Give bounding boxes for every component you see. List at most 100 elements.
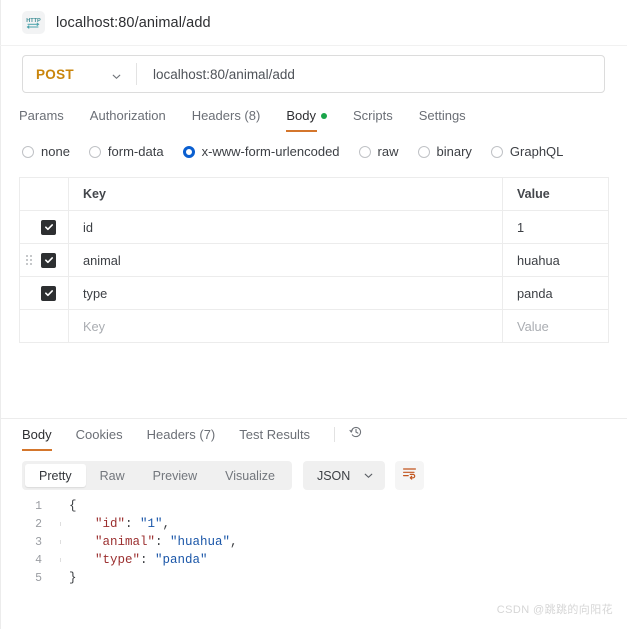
response-body-json-viewer[interactable]: 1 { 2 "id": "1", 3 "animal": "huahua", 4… (22, 497, 607, 587)
view-visualize-label: Visualize (225, 468, 275, 483)
row-key-input[interactable]: animal (69, 244, 503, 276)
table-header-row: Key Value (20, 178, 608, 211)
tab-authorization[interactable]: Authorization (90, 106, 166, 132)
code-line: 3 "animal": "huahua", (22, 533, 607, 551)
row-checkbox-cell (20, 211, 69, 243)
radio-none-circle-icon (22, 145, 34, 158)
row-enabled-checkbox[interactable] (41, 252, 56, 268)
response-language-label: JSON (316, 468, 351, 483)
urlencoded-params-table: Key Value id 1 animal huahua type panda … (19, 177, 609, 343)
table-row[interactable]: type panda (20, 277, 608, 310)
radio-x-www-form-urlencoded-circle-icon (182, 145, 195, 158)
wrap-text-icon (401, 465, 418, 487)
response-tab-cookies[interactable]: Cookies (76, 427, 123, 451)
response-tabs-separator (334, 427, 336, 442)
table-row[interactable]: id 1 (20, 211, 608, 244)
response-tab-body-label: Body (22, 427, 52, 442)
new-row-value-input[interactable]: Value (503, 310, 608, 342)
tab-headers-label: Headers (8) (191, 108, 261, 123)
json-string: "panda" (155, 553, 208, 567)
response-language-dropdown[interactable]: JSON (302, 461, 386, 490)
tab-body-label: Body (286, 108, 316, 123)
tab-params[interactable]: Params (19, 106, 64, 132)
url-bar: POST localhost:80/animal/add (22, 55, 605, 93)
json-key: "type" (95, 553, 141, 567)
row-key-input[interactable]: id (69, 211, 503, 243)
json-string: "huahua" (170, 535, 231, 549)
view-pretty-button[interactable]: Pretty (25, 464, 86, 487)
view-raw-label: Raw (99, 468, 125, 483)
response-tab-headers-label: Headers (7) (146, 427, 216, 442)
url-input[interactable]: localhost:80/animal/add (137, 56, 604, 92)
header-key-label: Key (69, 178, 503, 210)
svg-text:HTTP: HTTP (26, 18, 41, 24)
tab-params-label: Params (19, 108, 64, 123)
http-protocol-icon: HTTP (22, 11, 45, 34)
code-line: 1 { (22, 497, 607, 515)
row-value-input[interactable]: 1 (503, 211, 608, 243)
chevron-down-icon (111, 69, 122, 80)
line-number: 4 (35, 553, 42, 567)
row-value-input[interactable]: panda (503, 277, 608, 309)
new-row-key-input[interactable]: Key (69, 310, 503, 342)
response-history-button[interactable] (348, 424, 364, 445)
row-key-input[interactable]: type (69, 277, 503, 309)
row-enabled-checkbox[interactable] (41, 285, 56, 301)
radio-none-label: none (41, 144, 70, 159)
radio-raw-circle-icon (358, 145, 371, 158)
request-title: localhost:80/animal/add (56, 14, 211, 31)
tab-body[interactable]: Body (286, 106, 327, 132)
response-tab-cookies-label: Cookies (75, 427, 123, 442)
tab-scripts[interactable]: Scripts (353, 106, 393, 132)
wrap-lines-button[interactable] (395, 461, 425, 490)
csdn-watermark: CSDN @跳跳的向阳花 (496, 604, 613, 616)
view-pretty-label: Pretty (39, 468, 72, 483)
tab-headers[interactable]: Headers (8) (192, 106, 261, 132)
postman-request-response-view: HTTP localhost:80/animal/add POST localh… (0, 0, 627, 629)
radio-raw[interactable]: raw (358, 144, 399, 159)
request-response-divider[interactable] (0, 418, 627, 419)
code-line: 5 } (22, 569, 607, 587)
row-enabled-checkbox[interactable] (41, 219, 56, 235)
radio-form-data[interactable]: form-data (88, 144, 164, 159)
response-tab-headers[interactable]: Headers (7) (147, 427, 216, 451)
view-raw-button[interactable]: Raw (86, 464, 139, 487)
line-number: 3 (35, 535, 42, 549)
drag-handle-icon[interactable] (26, 255, 32, 265)
response-view-segmented-control: Pretty Raw Preview Visualize (22, 461, 292, 490)
json-punct: : (125, 517, 141, 531)
response-tabs: Body Cookies Headers (7) Test Results (22, 425, 364, 453)
code-line: 4 "type": "panda" (22, 551, 607, 569)
table-row[interactable]: animal huahua (20, 244, 608, 277)
radio-none[interactable]: none (22, 144, 70, 159)
radio-graphql-circle-icon (490, 145, 503, 158)
radio-binary[interactable]: binary (417, 144, 472, 159)
response-tab-body[interactable]: Body (22, 427, 52, 451)
row-value-input[interactable]: huahua (503, 244, 608, 276)
history-clock-icon (348, 424, 364, 445)
http-method-dropdown[interactable]: POST (23, 56, 136, 92)
line-number: 1 (35, 499, 42, 513)
line-number: 5 (35, 571, 42, 585)
code-text: "id": "1", (69, 517, 170, 531)
view-preview-button[interactable]: Preview (139, 464, 211, 487)
radio-x-www-form-urlencoded-label: x-www-form-urlencoded (201, 144, 340, 159)
code-text: "type": "panda" (69, 553, 208, 567)
json-key: "animal" (95, 535, 156, 549)
json-string: "1" (140, 517, 163, 531)
response-tab-test-results[interactable]: Test Results (239, 427, 310, 451)
row-checkbox-cell (20, 277, 69, 309)
code-line: 2 "id": "1", (22, 515, 607, 533)
row-checkbox-cell (20, 244, 69, 276)
chevron-down-icon (363, 470, 374, 481)
body-modified-dot-icon (320, 113, 327, 119)
request-tabs: Params Authorization Headers (8) Body Sc… (19, 106, 492, 139)
radio-binary-circle-icon (417, 145, 430, 158)
radio-x-www-form-urlencoded[interactable]: x-www-form-urlencoded (182, 144, 340, 159)
radio-graphql[interactable]: GraphQL (490, 144, 563, 159)
tab-settings[interactable]: Settings (419, 106, 466, 132)
table-row-empty[interactable]: Key Value (20, 310, 608, 343)
view-visualize-button[interactable]: Visualize (211, 464, 289, 487)
response-format-toolbar: Pretty Raw Preview Visualize JSON (22, 461, 425, 490)
response-tab-test-results-label: Test Results (239, 427, 311, 442)
